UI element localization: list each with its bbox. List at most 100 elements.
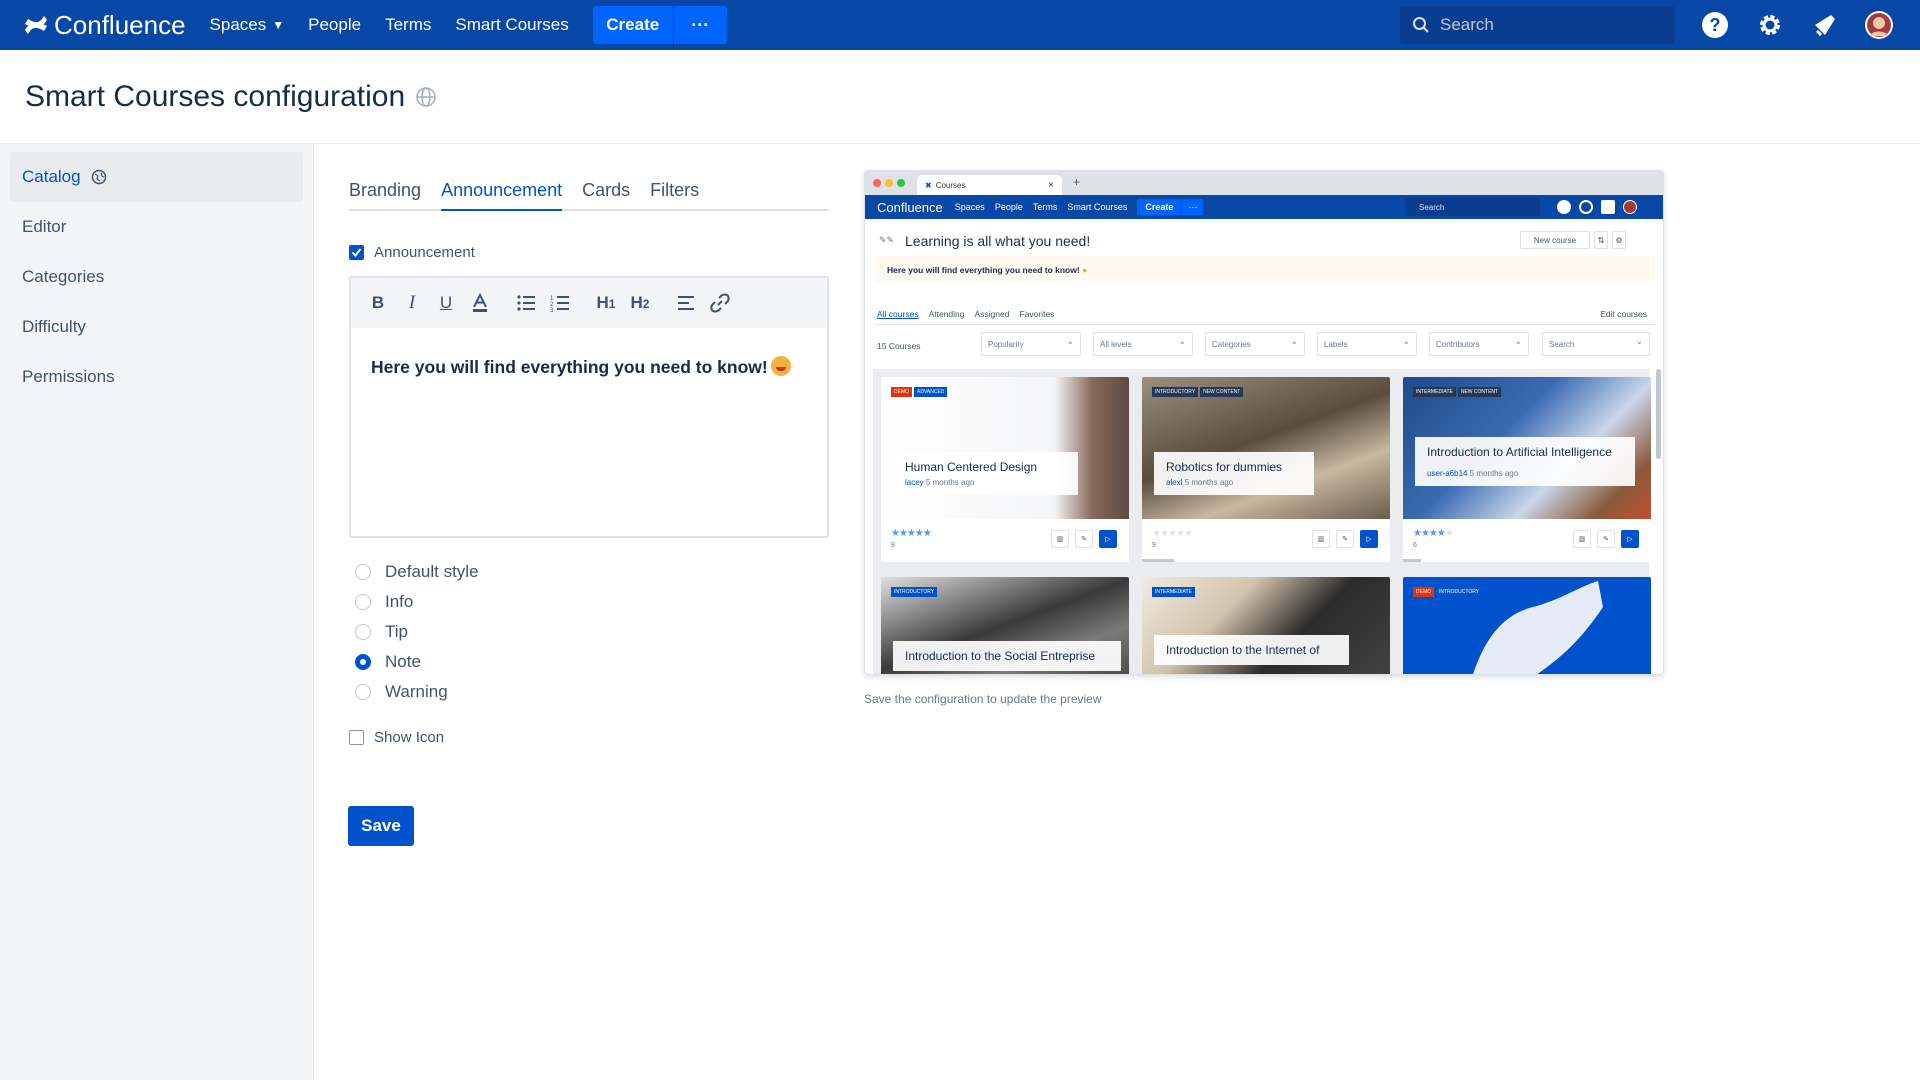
card-rating-stars: ★★★★★ [1413, 528, 1454, 539]
svg-text:3: 3 [550, 308, 554, 312]
nav-spaces-label: Spaces [209, 15, 267, 34]
create-button[interactable]: Create [592, 6, 673, 44]
nav-terms[interactable]: Terms [385, 15, 431, 35]
italic-icon[interactable]: I [395, 286, 429, 320]
preview-announcement: Here you will find everything you need t… [875, 256, 1655, 282]
link-icon[interactable] [703, 286, 737, 320]
text-color-icon[interactable] [463, 286, 497, 320]
preview-settings-icon [1579, 200, 1593, 214]
align-icon[interactable] [669, 286, 703, 320]
card-stats-button: ▥ [1051, 530, 1069, 548]
sidebar-item-permissions[interactable]: Permissions [10, 352, 303, 402]
preview-caption: Save the configuration to update the pre… [864, 692, 1102, 706]
show-icon-checkbox[interactable] [349, 730, 364, 745]
chevron-down-icon: ▼ [272, 18, 285, 32]
style-option-default[interactable]: Default style [355, 562, 479, 582]
card-label: Introduction to Artificial Intelligence … [1415, 437, 1635, 486]
card-author: lacey [905, 478, 924, 487]
svg-text:?: ? [1710, 15, 1721, 35]
course-card: DEMO ADVANCED Human Centered Design lacey… [881, 377, 1129, 562]
card-rating-count: 9 [891, 542, 895, 549]
heading-1-icon[interactable]: H1 [589, 286, 623, 320]
show-icon-toggle[interactable]: Show Icon [349, 729, 444, 746]
preview-search-field: Search [1542, 332, 1650, 356]
settings-gear-icon[interactable] [1755, 10, 1785, 40]
notifications-megaphone-icon[interactable] [1810, 10, 1840, 40]
sidebar-item-editor[interactable]: Editor [10, 202, 303, 252]
globe-icon [91, 169, 106, 185]
more-button[interactable]: ··· [672, 6, 727, 44]
card-rating-count: 9 [1152, 542, 1156, 549]
preview-filter-contributors: Contributors [1429, 332, 1529, 356]
preview-more-button: ··· [1181, 199, 1204, 215]
heading-2-icon[interactable]: H2 [623, 286, 657, 320]
preview-tabs: All courses Attending Assigned Favorites [877, 309, 1064, 319]
filter-label: Categories [1212, 340, 1251, 349]
announcement-toggle[interactable]: Announcement [349, 244, 475, 261]
bullet-list-icon[interactable] [509, 286, 543, 320]
help-icon[interactable]: ? [1700, 10, 1730, 40]
sidebar-item-label: Editor [22, 217, 67, 236]
search-input[interactable]: Search [1400, 6, 1675, 44]
card-meta: user-a6b14 5 months ago [1427, 469, 1623, 478]
card-label: Introduction to the Social Entreprise [893, 641, 1121, 671]
tab-filters[interactable]: Filters [650, 178, 699, 211]
top-navigation: Confluence Spaces ▼ People Terms Smart Co… [0, 0, 1920, 50]
preview-tabs-divider [875, 324, 1655, 325]
nav-people[interactable]: People [308, 15, 361, 35]
preview-browser-tab: ✖ Courses × [917, 175, 1062, 195]
card-title: Introduction to the Internet of [1166, 643, 1320, 657]
card-rating-stars: ★★★★★ [1152, 528, 1193, 539]
course-card: INTERMEDIATE Introduction to the Interne… [1142, 577, 1390, 674]
style-option-tip[interactable]: Tip [355, 622, 408, 642]
tab-branding[interactable]: Branding [349, 178, 421, 211]
bold-icon[interactable]: B [361, 286, 395, 320]
sidebar-item-label: Difficulty [22, 317, 86, 336]
filter-label: Search [1549, 340, 1575, 349]
user-avatar[interactable] [1864, 10, 1894, 40]
numbered-list-icon[interactable]: 123 [543, 286, 577, 320]
card-image [881, 377, 1129, 519]
sidebar-item-categories[interactable]: Categories [10, 252, 303, 302]
save-button[interactable]: Save [348, 806, 414, 846]
preview-body: ✎✎ Learning is all what you need! New co… [865, 219, 1663, 674]
preview-nav-terms: Terms [1032, 202, 1058, 212]
preview-new-course-button: New course [1520, 231, 1590, 249]
preview-filter-popularity: Popularity [981, 332, 1081, 356]
radio-button[interactable] [355, 624, 371, 640]
radio-button[interactable] [355, 564, 371, 580]
catalog-preview: ✖ Courses × + Confluence Spaces People T… [864, 170, 1664, 675]
tab-cards[interactable]: Cards [582, 178, 630, 211]
checkmark-icon [351, 248, 362, 258]
style-option-label: Default style [385, 562, 479, 581]
sidebar-item-difficulty[interactable]: Difficulty [10, 302, 303, 352]
card-tag: DEMO [891, 387, 912, 397]
sidebar-item-catalog[interactable]: Catalog [10, 152, 303, 202]
style-option-note[interactable]: Note [355, 652, 421, 672]
card-label: Robotics for dummies alexl 5 months ago [1154, 452, 1314, 495]
editor-content[interactable]: Here you will find everything you need t… [351, 328, 827, 378]
card-progress-bar [1142, 559, 1174, 562]
nav-spaces[interactable]: Spaces ▼ [210, 15, 285, 35]
card-tag: INTERMEDIATE [1152, 587, 1195, 597]
preview-settings-button: ⚙ [1612, 231, 1626, 249]
radio-button[interactable] [355, 654, 371, 670]
preview-browser-chrome: ✖ Courses × + [865, 171, 1663, 195]
preview-nav-spaces: Spaces [954, 202, 985, 212]
nav-smart-courses[interactable]: Smart Courses [455, 15, 568, 35]
radio-button[interactable] [355, 594, 371, 610]
radio-button[interactable] [355, 684, 371, 700]
style-option-warning[interactable]: Warning [355, 682, 448, 702]
card-play-button: ▷ [1099, 530, 1117, 548]
underline-icon[interactable]: U [429, 286, 463, 320]
tab-announcement[interactable]: Announcement [441, 178, 563, 211]
config-tabs: Branding Announcement Cards Filters [349, 178, 829, 211]
search-placeholder: Search [1440, 15, 1494, 34]
card-meta: lacey 5 months ago [905, 478, 1066, 487]
confluence-logo[interactable]: Confluence [24, 10, 186, 41]
browser-tab-title: Courses [935, 180, 966, 190]
preview-filter-labels: Labels [1317, 332, 1417, 356]
style-option-info[interactable]: Info [355, 592, 413, 612]
card-play-button: ▷ [1360, 530, 1378, 548]
announcement-checkbox[interactable] [349, 245, 364, 260]
